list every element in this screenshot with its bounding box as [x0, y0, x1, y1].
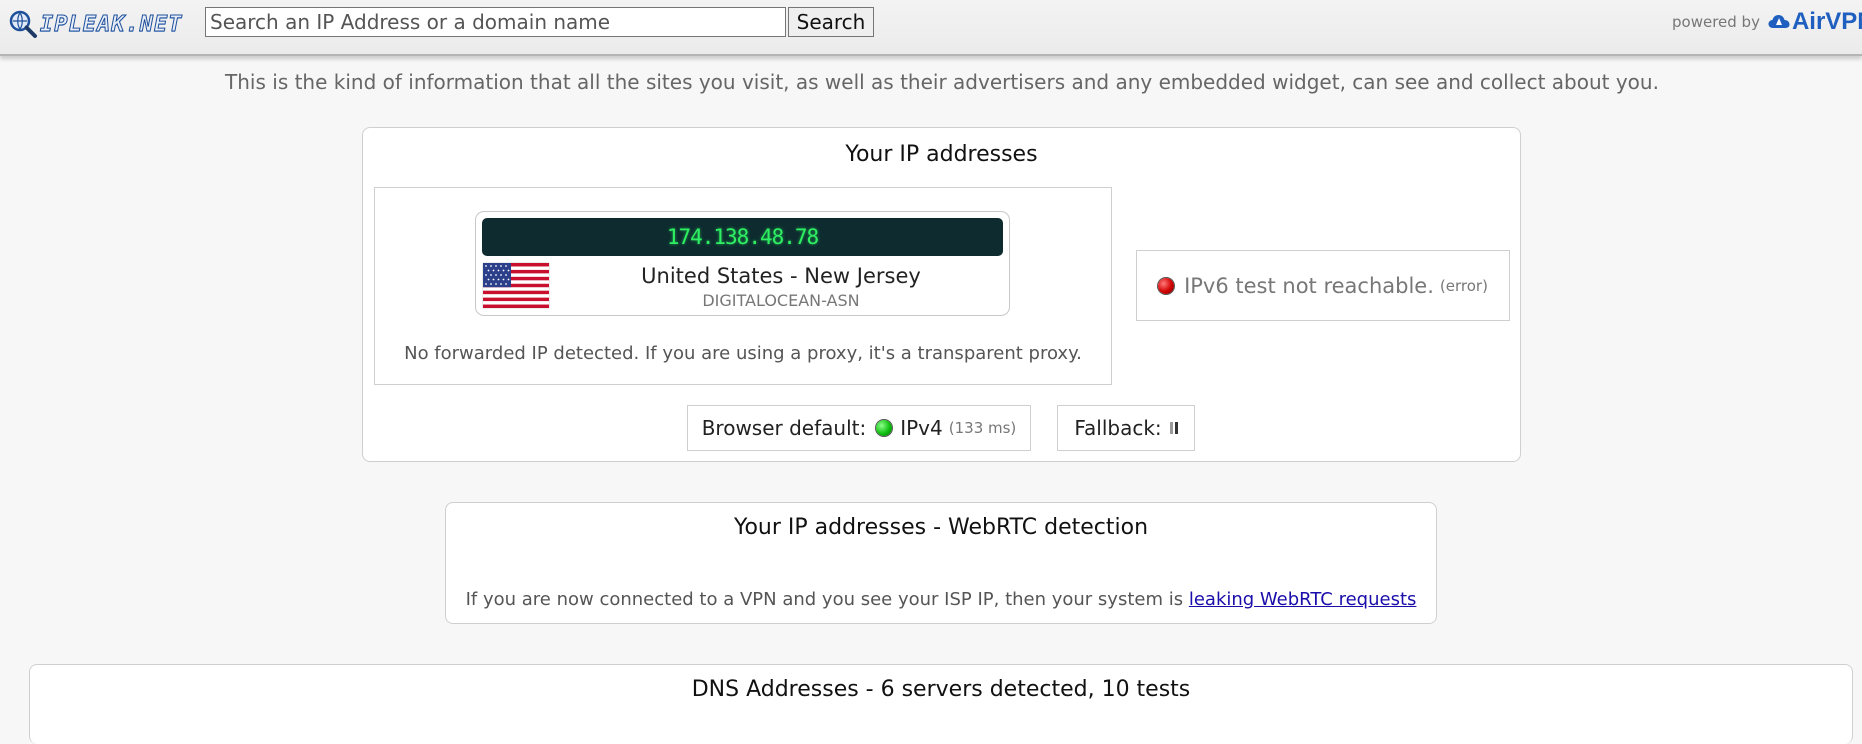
browser-default-label: Browser default:	[701, 416, 867, 440]
intro-text: This is the kind of information that all…	[225, 70, 1659, 94]
loading-spinner-icon	[1169, 422, 1178, 434]
ipv6-error-detail: (error)	[1439, 276, 1488, 295]
airvpn-brand: AirVPN	[1791, 8, 1862, 35]
ipv6-panel: IPv6 test not reachable. (error)	[1136, 250, 1510, 321]
ip-detail-box: 174.138.48.78 United States - New Jersey…	[475, 211, 1010, 316]
webrtc-section-title: Your IP addresses - WebRTC detection	[733, 515, 1149, 540]
browser-default-protocol: IPv4	[900, 416, 943, 440]
dns-section-title: DNS Addresses - 6 servers detected, 10 t…	[691, 677, 1191, 702]
fallback-box: Fallback:	[1057, 405, 1195, 451]
browser-default-box: Browser default: IPv4 (133 ms)	[687, 405, 1031, 451]
status-led-green-icon	[876, 420, 893, 436]
ip-section-title: Your IP addresses	[845, 142, 1038, 167]
ip-location: United States - New Jersey	[641, 264, 921, 288]
logo-text: IPLEAK.NET	[39, 11, 183, 37]
search-button[interactable]: Search	[788, 7, 874, 37]
ipv6-status-text: IPv6 test not reachable.	[1184, 273, 1434, 298]
fallback-label: Fallback:	[1074, 416, 1162, 440]
webrtc-note-text: If you are now connected to a VPN and yo…	[465, 589, 1184, 610]
ip-addresses-card: Your IP addresses 174.138.48.78 United S…	[362, 127, 1521, 462]
dns-card: DNS Addresses - 6 servers detected, 10 t…	[29, 664, 1853, 744]
search-input[interactable]	[205, 7, 786, 37]
powered-by-label: powered by	[1672, 13, 1760, 31]
airvpn-cloud-icon	[1768, 15, 1790, 28]
ip-asn: DIGITALOCEAN-ASN	[702, 291, 860, 310]
webrtc-note: If you are now connected to a VPN and yo…	[446, 589, 1436, 610]
webrtc-leak-link[interactable]: leaking WebRTC requests	[1189, 589, 1417, 610]
ipv4-panel: 174.138.48.78 United States - New Jersey…	[374, 187, 1112, 385]
webrtc-card: Your IP addresses - WebRTC detection If …	[445, 502, 1437, 624]
status-led-red-icon	[1158, 277, 1175, 294]
site-logo[interactable]: IPLEAK.NET	[8, 6, 182, 42]
powered-by-link[interactable]: powered by AirVPN	[1672, 8, 1862, 36]
magnifier-globe-logo-icon	[9, 10, 37, 38]
us-flag-icon	[483, 263, 549, 308]
browser-default-latency: (133 ms)	[948, 419, 1017, 437]
ip-address-display[interactable]: 174.138.48.78	[482, 218, 1003, 256]
forwarded-ip-note: No forwarded IP detected. If you are usi…	[404, 343, 1082, 364]
top-bar: IPLEAK.NET Search powered by AirVPN	[0, 0, 1862, 56]
